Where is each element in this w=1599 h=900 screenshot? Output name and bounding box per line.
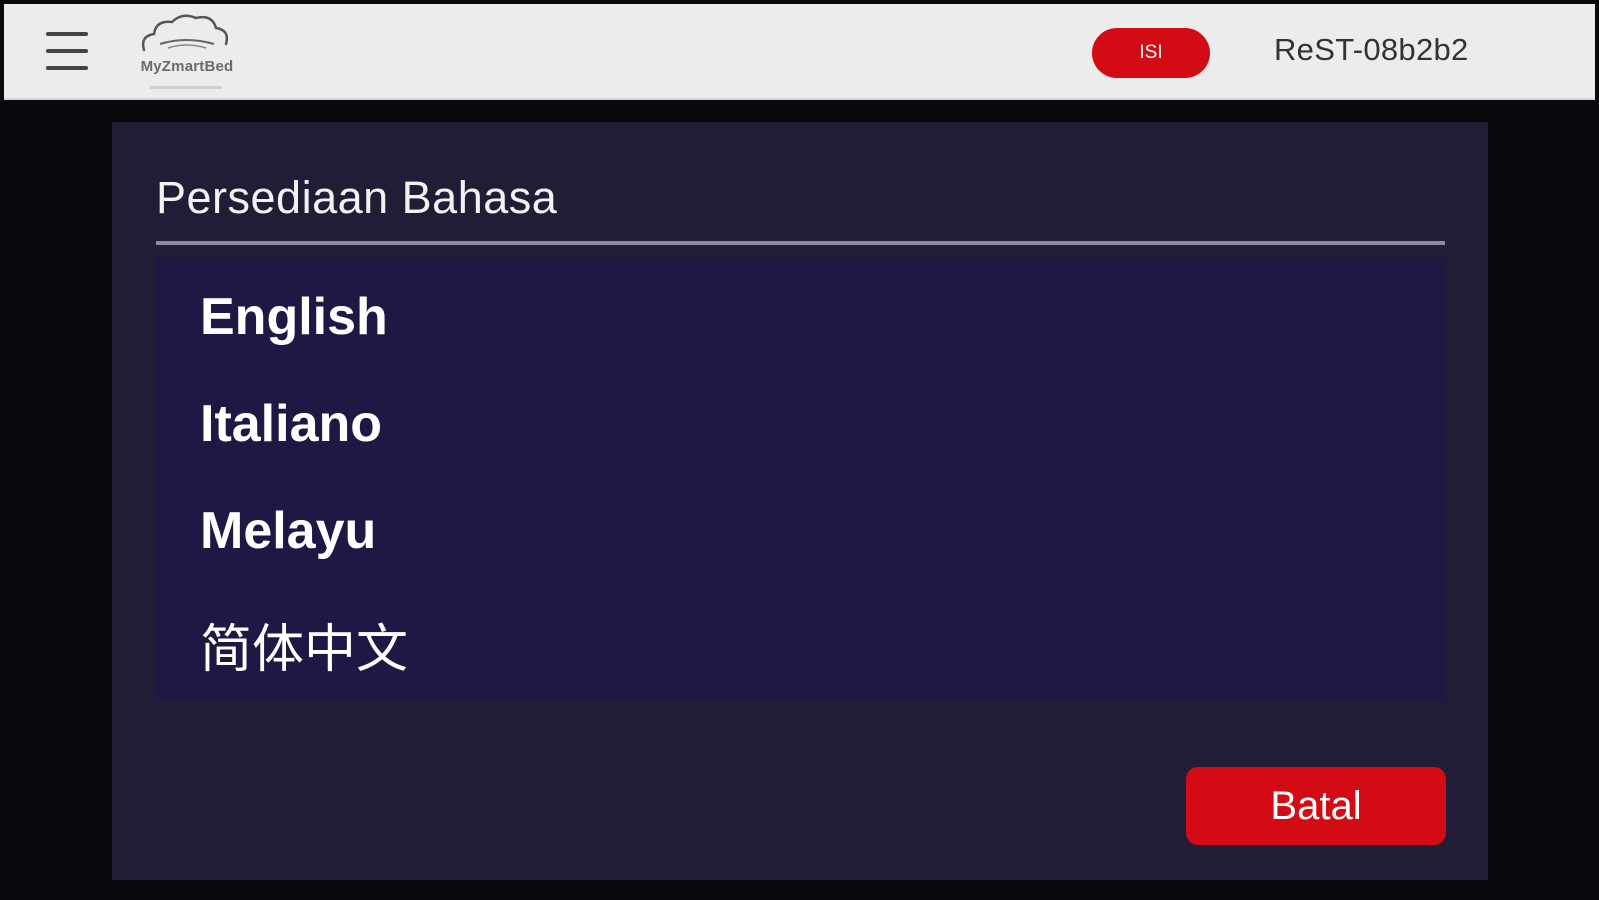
logo-tagline: [150, 86, 222, 89]
language-option-melayu[interactable]: Melayu: [200, 501, 376, 561]
cancel-button[interactable]: Batal: [1186, 767, 1446, 845]
logo-text: MyZmartBed: [140, 58, 234, 75]
language-list: English Italiano Melayu 简体中文: [156, 257, 1445, 699]
cloud-logo-icon: [141, 14, 229, 52]
language-option-italiano[interactable]: Italiano: [200, 394, 382, 454]
isi-button[interactable]: ISI: [1092, 28, 1210, 78]
device-id-label: ReST-08b2b2: [1274, 32, 1469, 67]
top-bar: MyZmartBed ISI ReST-08b2b2: [4, 4, 1595, 100]
menu-line: [46, 32, 88, 36]
app-logo: MyZmartBed: [122, 10, 252, 94]
hamburger-menu-icon[interactable]: [46, 30, 90, 74]
language-option-chinese[interactable]: 简体中文: [200, 607, 408, 682]
language-dialog: Persediaan Bahasa English Italiano Melay…: [112, 122, 1488, 880]
title-divider: [156, 241, 1445, 245]
menu-line: [46, 66, 88, 70]
menu-line: [46, 49, 88, 53]
language-option-english[interactable]: English: [200, 287, 388, 347]
dialog-title: Persediaan Bahasa: [156, 172, 558, 223]
